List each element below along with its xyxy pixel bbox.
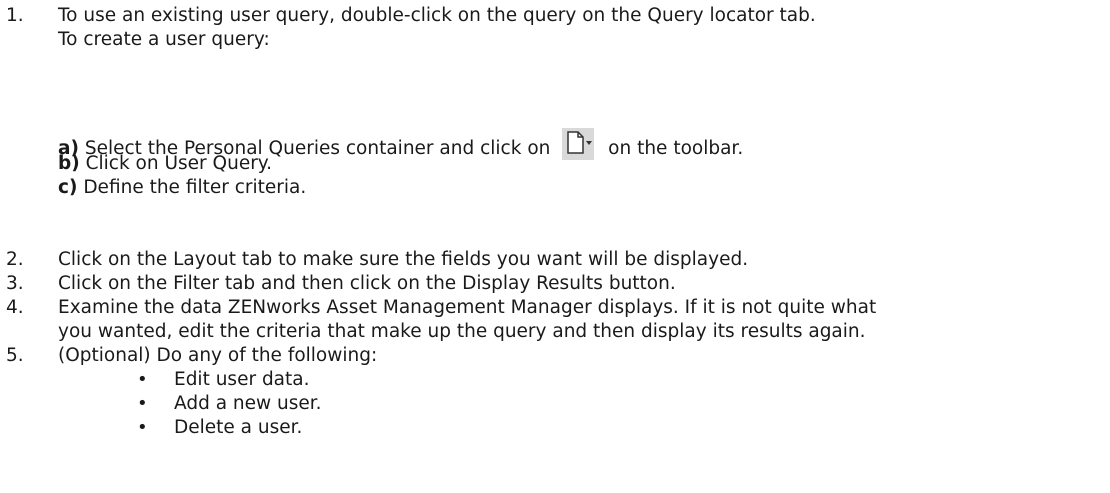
step-text: you wanted, edit the criteria that make …: [58, 321, 866, 342]
substep-label: b): [58, 153, 80, 174]
bullet-icon: •: [137, 369, 148, 390]
step-text: To use an existing user query, double-cl…: [58, 5, 816, 26]
step-number: 2.: [6, 249, 24, 270]
step-text: Examine the data ZENworks Asset Manageme…: [58, 297, 877, 318]
substep-c: c) Define the filter criteria.: [58, 176, 306, 200]
bullet-icon: •: [137, 393, 148, 414]
bullet-text: Edit user data.: [174, 369, 310, 390]
step-text: Click on the Layout tab to make sure the…: [58, 249, 749, 270]
substep-text: Define the filter criteria.: [83, 177, 307, 198]
step-number: 3.: [6, 273, 24, 294]
substep-b: b) Click on User Query.: [58, 152, 272, 176]
bullet-icon: •: [137, 417, 148, 438]
step-number: 1.: [6, 5, 24, 26]
substep-text: Click on User Query.: [85, 153, 272, 174]
step-text: To create a user query:: [58, 29, 270, 50]
new-document-dropdown-icon[interactable]: [562, 128, 595, 160]
bullet-text: Delete a user.: [174, 417, 303, 438]
step-number: 5.: [6, 345, 24, 366]
step-text: (Optional) Do any of the following:: [58, 345, 378, 366]
step-number: 4.: [6, 297, 24, 318]
bullet-text: Add a new user.: [174, 393, 322, 414]
substep-label: c): [58, 177, 78, 198]
step-text: Click on the Filter tab and then click o…: [58, 273, 676, 294]
substep-text-after: on the toolbar.: [608, 138, 744, 159]
